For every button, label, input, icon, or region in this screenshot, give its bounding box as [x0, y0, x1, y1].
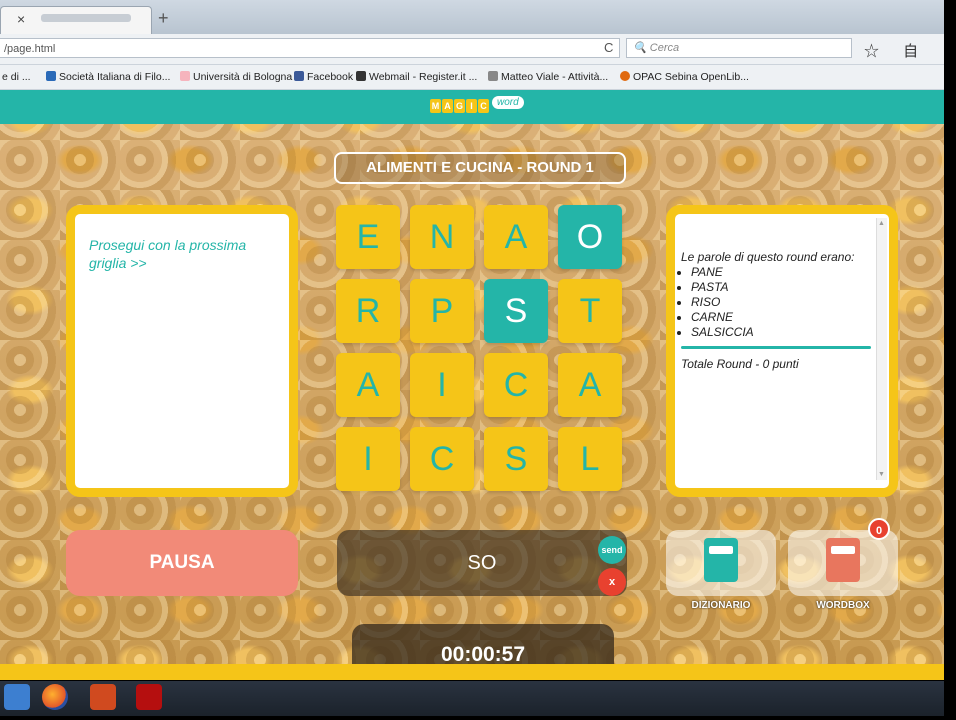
wordbox-book-icon — [826, 538, 860, 582]
results-intro: Le parole di questo round erano: — [681, 250, 855, 264]
letter-tile[interactable]: C — [484, 353, 548, 417]
address-bar[interactable]: /page.html — [0, 38, 620, 58]
word-item: PASTA — [691, 280, 871, 295]
page-footer-bar — [0, 664, 944, 680]
close-tab-icon[interactable]: × — [17, 11, 25, 27]
results-scrollbar[interactable]: ▲ ▼ — [876, 218, 887, 480]
letter-tile[interactable]: S — [484, 427, 548, 491]
bookmark-icon — [488, 71, 498, 81]
letter-tile[interactable]: R — [336, 279, 400, 343]
cancel-button[interactable]: x — [598, 568, 626, 596]
left-message-panel: Prosegui con la prossima griglia >> — [66, 205, 298, 497]
bookmark-item[interactable]: Matteo Viale - Attività... — [488, 71, 608, 83]
webmail-icon — [356, 71, 366, 81]
letter-tile[interactable]: A — [558, 353, 622, 417]
dictionary-label: DIZIONARIO — [691, 600, 751, 611]
words-list: PANE PASTA RISO CARNE SALSICCIA — [681, 265, 871, 340]
dictionary-button[interactable] — [666, 530, 776, 596]
bookmark-item[interactable]: Webmail - Register.it ... — [356, 71, 477, 83]
browser-tab[interactable]: × — [0, 6, 152, 35]
letter-tile[interactable]: I — [336, 427, 400, 491]
letter-tile[interactable]: L — [558, 427, 622, 491]
reload-icon[interactable]: C — [604, 40, 613, 55]
letter-tile[interactable]: O — [558, 205, 622, 269]
letter-tile[interactable]: I — [410, 353, 474, 417]
scroll-up-icon[interactable]: ▲ — [878, 220, 885, 227]
letter-tile[interactable]: P — [410, 279, 474, 343]
wordbox-count-badge: 0 — [868, 518, 890, 540]
round-total: Totale Round - 0 punti — [681, 357, 799, 371]
facebook-icon — [294, 71, 304, 81]
word-item: CARNE — [691, 310, 871, 325]
powerpoint-icon[interactable] — [90, 684, 116, 710]
send-button[interactable]: send — [598, 536, 626, 564]
letter-tile[interactable]: C — [410, 427, 474, 491]
browser-tab-bar: × + — [0, 0, 944, 35]
bookmark-item[interactable]: Facebook — [294, 71, 353, 83]
letter-tile[interactable]: N — [410, 205, 474, 269]
tab-title — [41, 14, 131, 22]
round-title: ALIMENTI E CUCINA - ROUND 1 — [334, 152, 626, 184]
bookmark-item[interactable]: Società Italiana di Filo... — [46, 71, 170, 83]
screenshot-frame: × + /page.html C 🔍 Cerca ☆ 自 ▽ e di ... … — [0, 0, 950, 716]
scroll-down-icon[interactable]: ▼ — [878, 471, 885, 478]
word-item: SALSICCIA — [691, 325, 871, 340]
os-taskbar — [0, 681, 950, 716]
word-item: RISO — [691, 295, 871, 310]
game-page: M A G I Cword ALIMENTI E CUCINA - ROUND 1 Pr… — [0, 90, 944, 680]
opac-icon — [620, 71, 630, 81]
new-tab-icon[interactable]: + — [158, 8, 169, 29]
bookmark-icon — [180, 71, 190, 81]
word-item: PANE — [691, 265, 871, 280]
next-grid-link[interactable]: Prosegui con la prossima griglia >> — [89, 236, 279, 272]
letter-tile[interactable]: A — [336, 353, 400, 417]
bookmark-item[interactable]: Università di Bologna — [180, 71, 292, 83]
letter-tile[interactable]: A — [484, 205, 548, 269]
bookmark-icon — [46, 71, 56, 81]
pause-button[interactable]: PAUSA — [66, 530, 298, 596]
search-input[interactable]: 🔍 Cerca — [626, 38, 852, 58]
letter-tile[interactable]: T — [558, 279, 622, 343]
acrobat-icon[interactable] — [136, 684, 162, 710]
start-icon[interactable] — [4, 684, 30, 710]
screen-border-bottom — [0, 716, 956, 720]
search-placeholder: Cerca — [649, 42, 680, 54]
app-header: M A G I Cword — [0, 90, 944, 124]
bookmark-item[interactable]: OPAC Sebina OpenLib... — [620, 71, 749, 83]
bookmark-item[interactable]: e di ... — [2, 71, 31, 83]
dictionary-book-icon — [704, 538, 738, 582]
browser-nav-bar: /page.html C 🔍 Cerca ☆ 自 ▽ — [0, 34, 944, 81]
wordbox-label: WORDBOX — [816, 600, 870, 611]
letter-tile[interactable]: S — [484, 279, 548, 343]
round-results-panel: Le parole di questo round erano: PANE PA… — [666, 205, 898, 497]
letter-tile[interactable]: E — [336, 205, 400, 269]
round-results: Le parole di questo round erano: PANE PA… — [681, 250, 871, 372]
screen-border-right — [944, 0, 956, 720]
current-word: SO — [467, 552, 497, 574]
current-word-box: SO — [337, 530, 627, 596]
bookmarks-bar: e di ... Società Italiana di Filo... Uni… — [0, 65, 944, 90]
magicword-logo: M A G I Cword — [430, 96, 530, 116]
results-divider — [681, 346, 871, 349]
firefox-icon[interactable] — [42, 684, 68, 710]
wordbox-button[interactable] — [788, 530, 898, 596]
